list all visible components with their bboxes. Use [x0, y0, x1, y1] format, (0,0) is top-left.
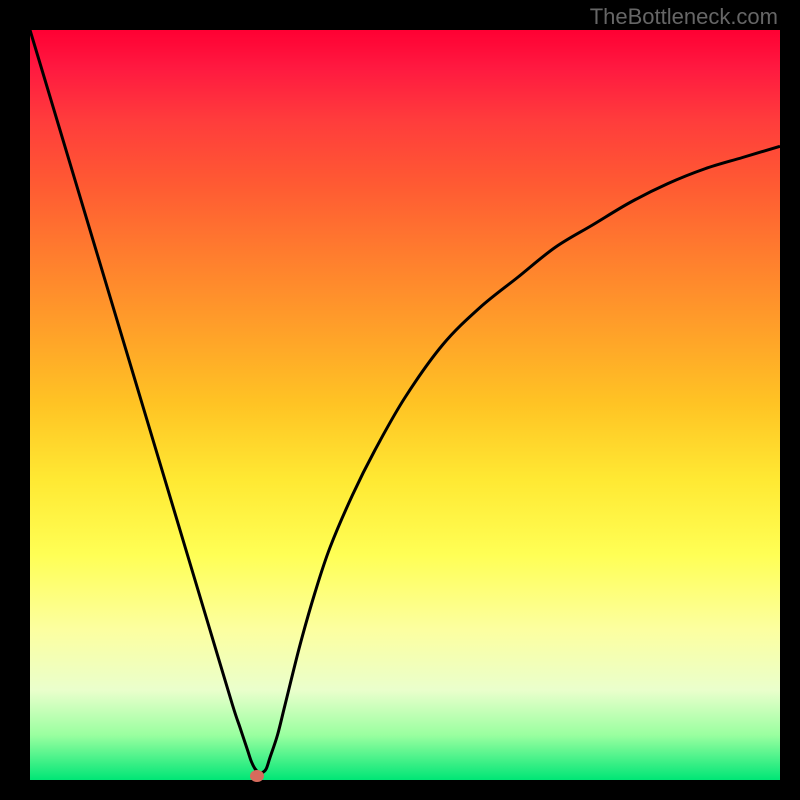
watermark-text: TheBottleneck.com — [590, 4, 778, 30]
bottleneck-curve — [30, 30, 780, 780]
minimum-marker — [250, 770, 264, 782]
plot-area — [30, 30, 780, 780]
